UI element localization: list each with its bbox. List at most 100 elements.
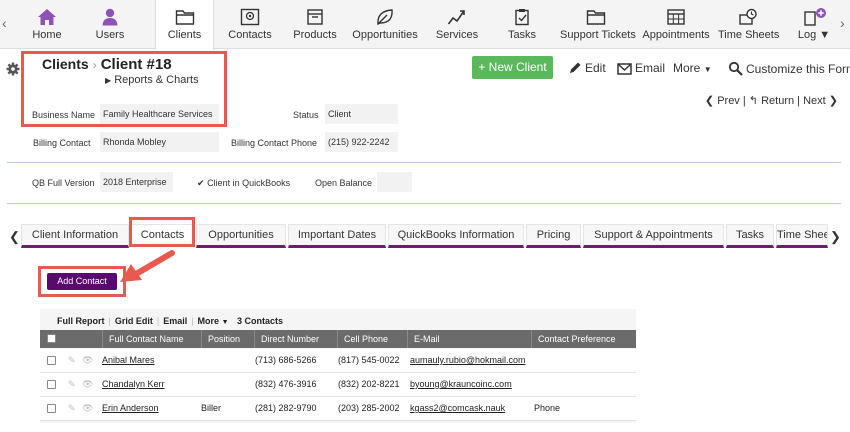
callout-arrow-icon <box>120 250 175 282</box>
contact-email-link[interactable]: byoung@krauncoinc.com <box>404 373 512 396</box>
client-in-qb-field[interactable]: ✔ Client in QuickBooks <box>197 178 290 189</box>
home-icon <box>38 9 56 25</box>
qb-version-value[interactable]: 2018 Enterprise <box>100 172 173 192</box>
tab-support-appointments[interactable]: Support & Appointments <box>583 224 724 248</box>
grid-edit-link[interactable]: Grid Edit <box>115 316 153 326</box>
trend-icon <box>447 10 465 25</box>
tab-time-sheets[interactable]: Time Sheets <box>776 224 828 248</box>
envelope-icon <box>617 63 632 75</box>
return-label: Return <box>761 95 795 107</box>
more-menu[interactable]: More ▼ <box>673 61 712 75</box>
pencil-icon[interactable]: ✎ <box>68 355 76 366</box>
log-icon <box>804 8 826 26</box>
caret-down-icon: ▼ <box>221 319 229 326</box>
pencil-icon[interactable]: ✎ <box>68 379 76 390</box>
contact-direct-number: (281) 282-9790 <box>255 403 317 413</box>
billing-contact-label: Billing Contact <box>33 138 91 148</box>
nav-products-label: Products <box>293 29 337 41</box>
tab-important-dates[interactable]: Important Dates <box>288 224 386 248</box>
email-button[interactable]: Email <box>617 61 665 75</box>
row-checkbox[interactable] <box>47 404 56 413</box>
contact-name-link[interactable]: Chandalyn Kerr <box>96 373 165 396</box>
prev-link[interactable]: ❮ Prev <box>705 95 740 107</box>
nav-appointments[interactable]: Appointments <box>642 0 710 49</box>
row-checkbox[interactable] <box>47 380 56 389</box>
tabs-scroll-left-icon[interactable]: ❮ <box>9 229 20 245</box>
grid-more-menu[interactable]: More ▼ <box>198 316 229 326</box>
contact-name-link[interactable]: Anibal Mares <box>96 349 155 372</box>
status-label: Status <box>293 110 319 120</box>
wrench-search-icon <box>728 61 743 76</box>
customize-form-button[interactable]: Customize this Form <box>728 61 850 76</box>
col-contact-preference[interactable]: Contact Preference <box>531 330 636 348</box>
grid-email-link[interactable]: Email <box>163 316 187 326</box>
col-full-contact-name[interactable]: Full Contact Name <box>102 330 201 348</box>
page: ‹ Home Users Clients Contacts Products O… <box>0 0 850 432</box>
col-email[interactable]: E-Mail <box>407 330 531 348</box>
nav-scroll-left-icon[interactable]: ‹ <box>2 15 7 31</box>
nav-services[interactable]: Services <box>430 0 484 49</box>
chevron-down-icon: ▼ <box>819 29 831 41</box>
full-report-link[interactable]: Full Report <box>57 316 105 326</box>
billing-contact-value[interactable]: Rhonda Mobley <box>100 132 219 152</box>
return-link[interactable]: ↰ Return <box>749 95 794 107</box>
nav-clients[interactable]: Clients <box>155 0 214 50</box>
nav-tasks[interactable]: Tasks <box>495 0 549 49</box>
top-nav: ‹ Home Users Clients Contacts Products O… <box>0 0 850 50</box>
grid-header: Full Contact Name Position Direct Number… <box>40 330 636 348</box>
nav-products[interactable]: Products <box>287 0 343 49</box>
contact-email-link[interactable]: kgass2@comcask.nauk <box>404 397 505 420</box>
record-pager: ❮ Prev | ↰ Return | Next ❯ <box>704 95 838 107</box>
next-link[interactable]: Next ❯ <box>803 95 838 107</box>
nav-scroll-right-icon[interactable]: › <box>840 15 845 31</box>
contact-name-link[interactable]: Erin Anderson <box>96 397 159 420</box>
row-checkbox[interactable] <box>47 356 56 365</box>
pencil-icon[interactable]: ✎ <box>68 403 76 414</box>
contact-direct-number: (713) 686-5266 <box>255 355 317 365</box>
col-position[interactable]: Position <box>201 330 254 348</box>
nav-contacts[interactable]: Contacts <box>222 0 278 49</box>
client-in-qb-label: Client in QuickBooks <box>207 178 291 188</box>
tab-quickbooks-information[interactable]: QuickBooks Information <box>388 224 524 248</box>
contacts-grid: Full Report | Grid Edit | Email | More ▼ 3 Con… <box>40 309 636 423</box>
tab-tasks[interactable]: Tasks <box>726 224 774 248</box>
tabs-scroll-right-icon[interactable]: ❯ <box>830 229 841 245</box>
contact-direct-number: (832) 476-3916 <box>255 379 317 389</box>
contact-preference <box>528 373 534 396</box>
tab-pricing[interactable]: Pricing <box>526 224 581 248</box>
status-value[interactable]: Client <box>325 104 398 124</box>
nav-support-tickets[interactable]: Support Tickets <box>560 0 636 49</box>
eye-icon[interactable]: 👁 <box>82 403 93 414</box>
nav-log[interactable]: Log ▼ <box>792 0 836 49</box>
new-client-button[interactable]: + New Client <box>472 56 553 79</box>
tab-client-information[interactable]: Client Information <box>21 224 129 248</box>
open-balance-value[interactable] <box>377 172 412 192</box>
nav-home-label: Home <box>32 29 62 41</box>
next-label: Next <box>803 95 826 107</box>
nav-time-sheets-label: Time Sheets <box>718 29 780 41</box>
calendar-icon <box>667 9 685 25</box>
nav-tasks-label: Tasks <box>507 29 537 41</box>
col-cell-phone[interactable]: Cell Phone <box>337 330 407 348</box>
nav-time-sheets[interactable]: Time Sheets <box>718 0 780 49</box>
col-direct-number[interactable]: Direct Number <box>254 330 337 348</box>
edit-button[interactable]: Edit <box>568 61 606 75</box>
contact-card-icon <box>240 8 260 26</box>
eye-icon[interactable]: 👁 <box>82 355 93 366</box>
folder-icon <box>586 10 606 25</box>
contact-email-link[interactable]: aumauly.rubio@hokmail.com <box>404 349 526 372</box>
highlight-box-add-contact <box>38 266 126 297</box>
contact-position <box>201 349 207 372</box>
business-name-value[interactable]: Family Healthcare Services <box>100 104 219 124</box>
nav-users[interactable]: Users <box>82 0 138 49</box>
nav-home[interactable]: Home <box>18 0 76 49</box>
tab-opportunities[interactable]: Opportunities <box>196 224 286 248</box>
select-all-checkbox[interactable] <box>47 334 56 343</box>
caret-down-icon: ▼ <box>703 65 712 74</box>
nav-support-tickets-label: Support Tickets <box>560 29 636 41</box>
eye-icon[interactable]: 👁 <box>82 379 93 390</box>
billing-phone-value[interactable]: (215) 922-2242 <box>325 132 398 152</box>
nav-opportunities[interactable]: Opportunities <box>352 0 418 49</box>
gear-icon[interactable] <box>6 62 20 76</box>
grid-more-label: More <box>197 316 220 326</box>
